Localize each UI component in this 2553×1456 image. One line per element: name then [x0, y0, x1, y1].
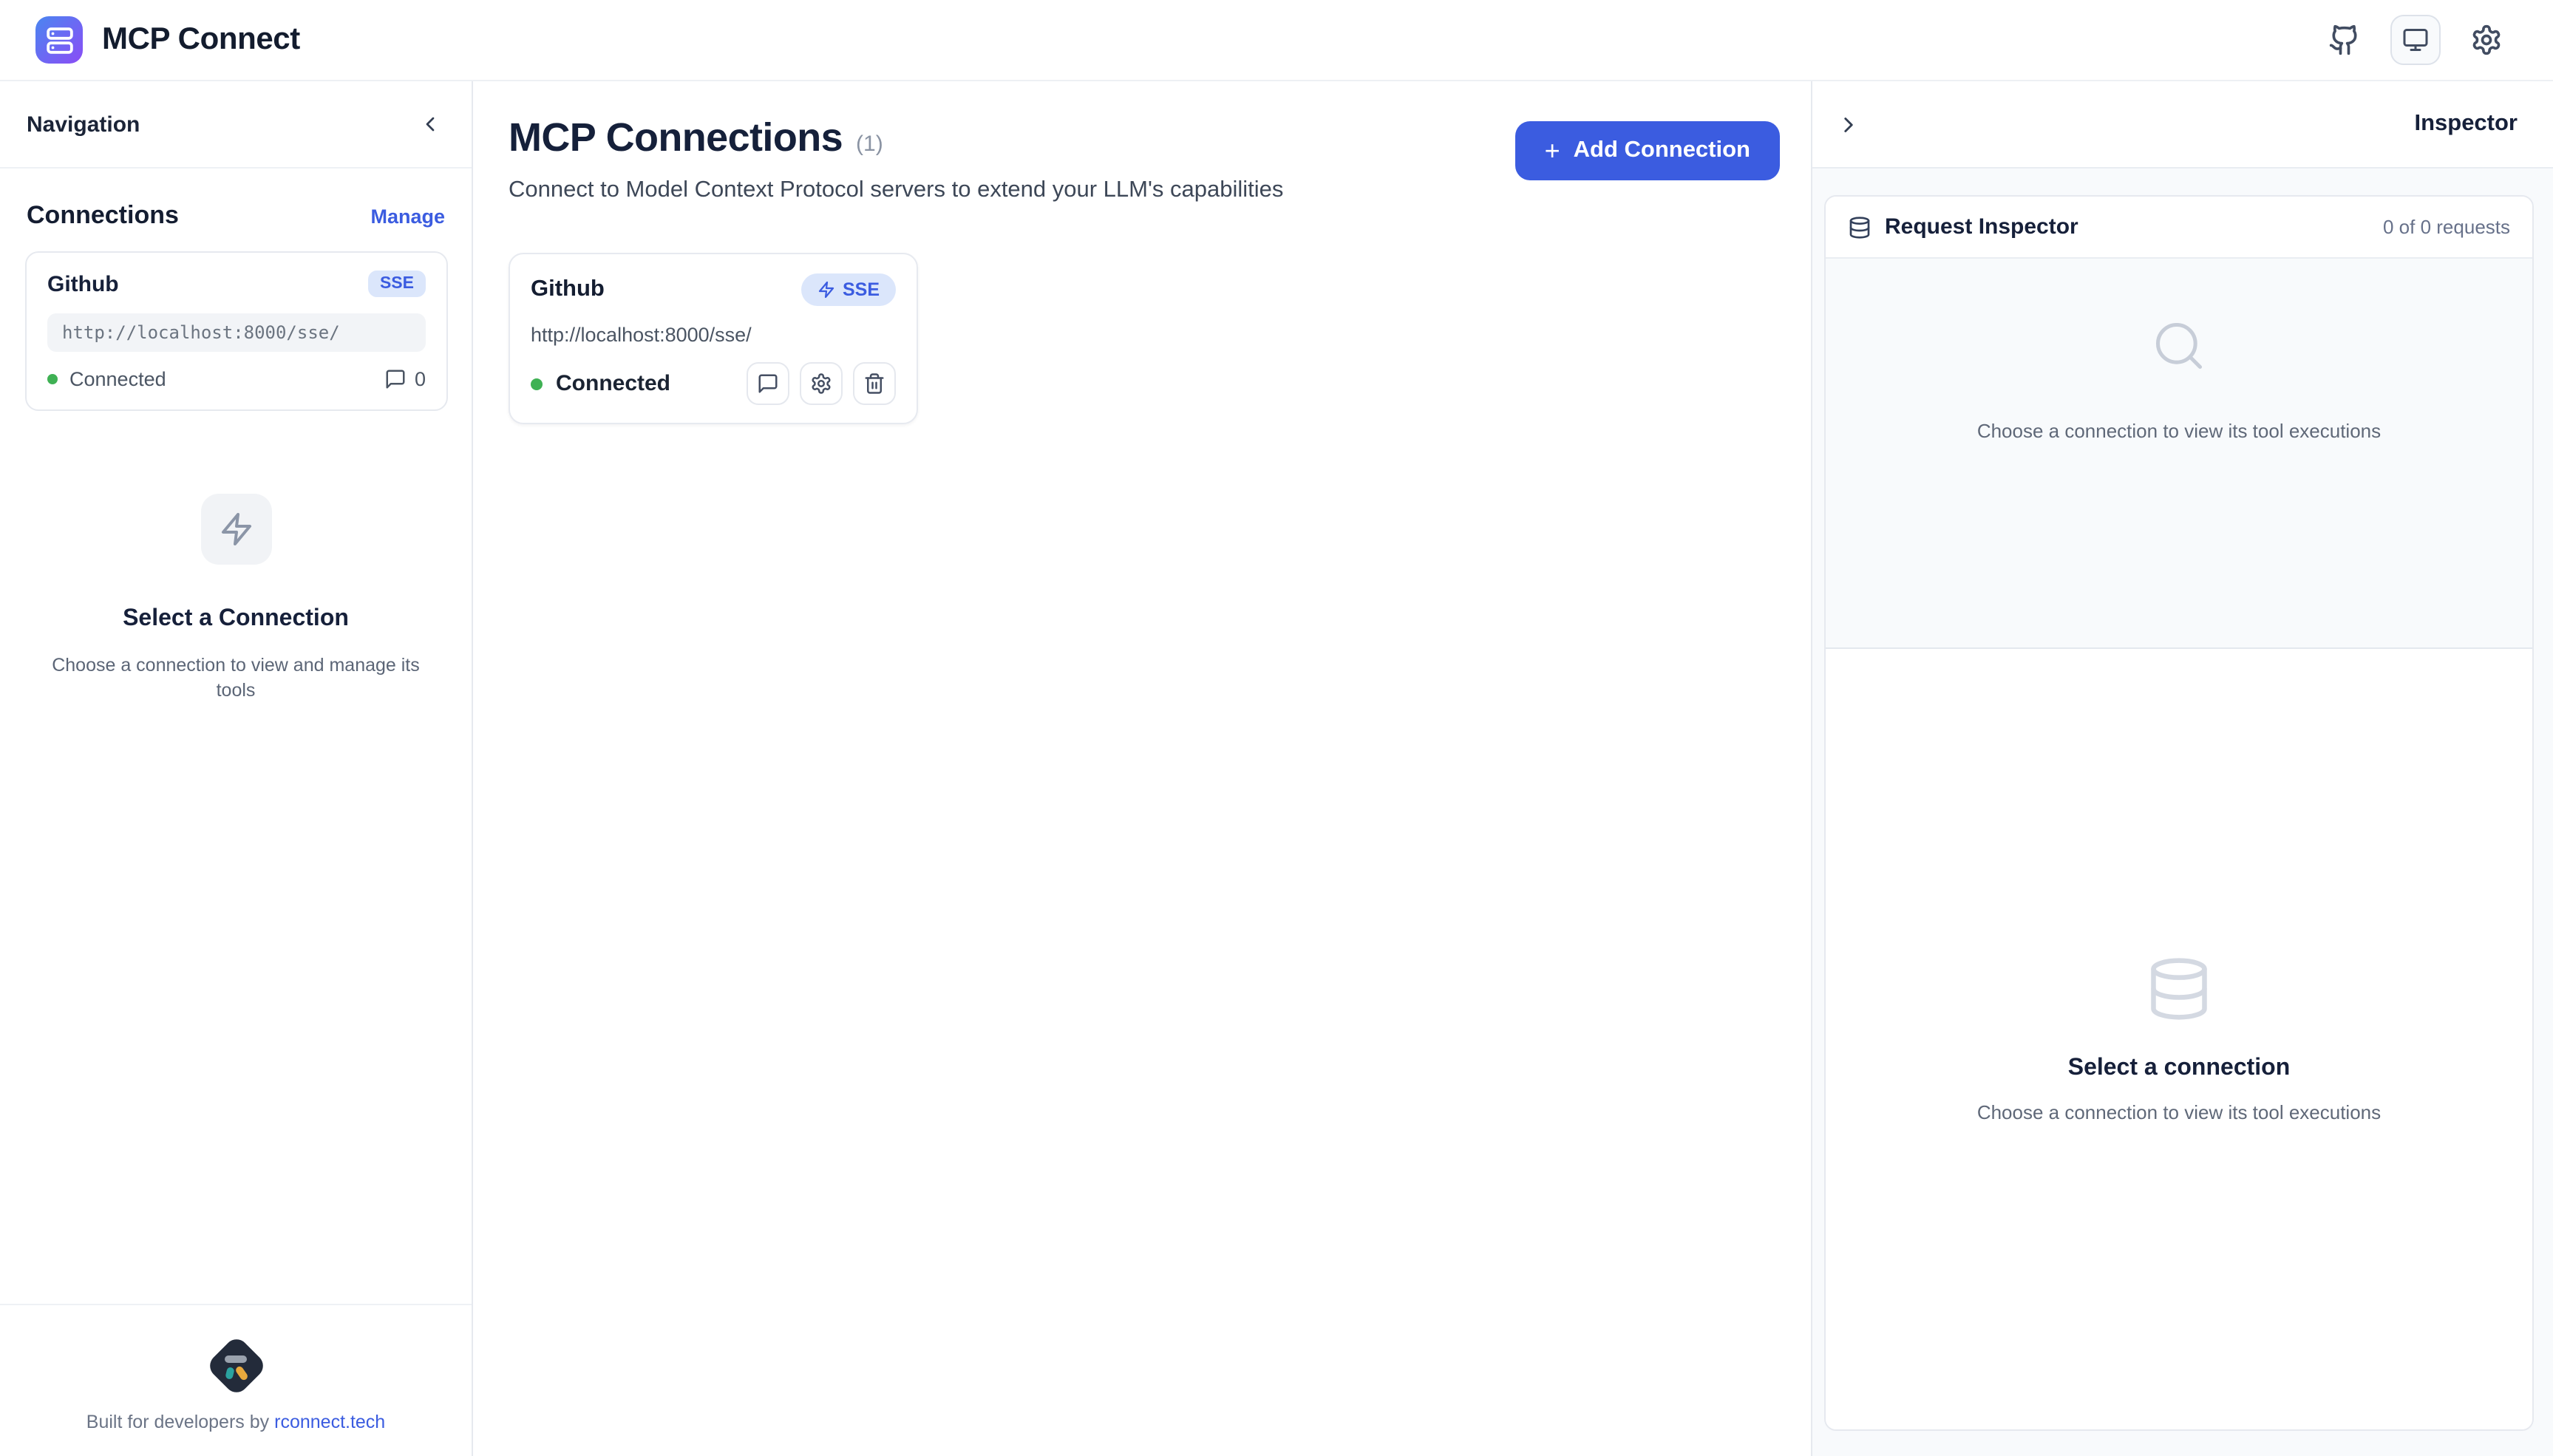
- connection-card-header: Github SSE: [47, 271, 426, 297]
- sidebar-collapse-button[interactable]: [415, 109, 445, 139]
- connection-status-row: Connected 0: [47, 368, 426, 390]
- chat-button[interactable]: [747, 362, 789, 405]
- message-count: 0: [415, 368, 426, 390]
- server-icon: [45, 26, 73, 54]
- topbar-actions: [2328, 15, 2503, 65]
- app-root: MCP Connect: [0, 0, 2553, 1456]
- sidebar-empty-state: Select a Connection Choose a connection …: [0, 494, 472, 704]
- transport-pill: SSE: [801, 273, 896, 306]
- page-title-row: MCP Connections (1): [509, 115, 1283, 161]
- requests-empty-caption: Choose a connection to view its tool exe…: [1826, 420, 2532, 442]
- selection-empty-state: Select a connection Choose a connection …: [1826, 649, 2532, 1429]
- requests-empty-state: Choose a connection to view its tool exe…: [1826, 259, 2532, 649]
- rconnect-logo-icon: [202, 1332, 270, 1400]
- page-header-text: MCP Connections (1) Connect to Model Con…: [509, 115, 1283, 204]
- sidebar-empty-title: Select a Connection: [35, 606, 436, 633]
- sidebar-nav-header: Navigation: [0, 81, 472, 169]
- add-connection-button[interactable]: + Add Connection: [1515, 121, 1780, 180]
- database-icon: [2145, 955, 2213, 1023]
- add-connection-label: Add Connection: [1574, 137, 1750, 164]
- main-content: MCP Connections (1) Connect to Model Con…: [473, 81, 1811, 1456]
- status-label: Connected: [69, 368, 166, 390]
- footer-text: Built for developers by rconnect.tech: [15, 1412, 457, 1432]
- inspector-header: Inspector: [1812, 81, 2553, 169]
- settings-button[interactable]: [2470, 24, 2503, 56]
- plus-icon: +: [1545, 137, 1560, 164]
- status-dot: [47, 374, 58, 384]
- inspector-panel: Inspector Request Inspector 0 of 0 reque…: [1811, 81, 2553, 1456]
- monitor-icon: [2402, 27, 2429, 53]
- zap-icon: [218, 511, 254, 547]
- selection-empty-caption: Choose a connection to view its tool exe…: [1977, 1101, 2381, 1123]
- transport-badge: SSE: [368, 271, 426, 297]
- connection-name: Github: [531, 276, 605, 303]
- trash-icon: [863, 372, 885, 395]
- footer-link[interactable]: rconnect.tech: [274, 1412, 385, 1432]
- monitor-toggle-button[interactable]: [2390, 15, 2441, 65]
- status-wrap: Connected: [531, 371, 670, 396]
- connection-url: http://localhost:8000/sse/: [47, 313, 426, 352]
- app-title: MCP Connect: [102, 22, 300, 58]
- body-row: Navigation Connections Manage Github SSE…: [0, 81, 2553, 1456]
- connection-settings-button[interactable]: [800, 362, 843, 405]
- connection-status-row: Connected: [531, 362, 896, 405]
- status-dot: [531, 378, 543, 389]
- footer-prefix: Built for developers by: [86, 1412, 269, 1432]
- inspector-body: Request Inspector 0 of 0 requests Choose…: [1812, 169, 2553, 1456]
- github-icon: [2328, 24, 2361, 56]
- connection-card[interactable]: Github SSE http://localhost:8000/sse/ Co…: [509, 253, 918, 424]
- gear-icon: [810, 372, 832, 395]
- github-button[interactable]: [2328, 24, 2361, 56]
- selection-empty-title: Select a connection: [2068, 1055, 2291, 1082]
- page-header: MCP Connections (1) Connect to Model Con…: [509, 115, 1780, 204]
- chevron-right-icon: [1836, 112, 1861, 137]
- page-title: MCP Connections: [509, 115, 843, 161]
- delete-connection-button[interactable]: [853, 362, 896, 405]
- sidebar-empty-caption: Choose a connection to view and manage i…: [35, 653, 436, 704]
- zap-icon: [817, 281, 835, 299]
- connection-name: Github: [47, 271, 119, 296]
- transport-label: SSE: [843, 279, 880, 300]
- sidebar-footer: Built for developers by rconnect.tech: [0, 1304, 472, 1456]
- page-subtitle: Connect to Model Context Protocol server…: [509, 177, 1283, 204]
- sidebar: Navigation Connections Manage Github SSE…: [0, 81, 473, 1456]
- status-wrap: Connected: [47, 368, 166, 390]
- connection-count-badge: (1): [856, 132, 883, 157]
- connection-url: http://localhost:8000/sse/: [531, 324, 896, 346]
- inspector-title: Inspector: [2414, 111, 2518, 137]
- gear-icon: [2470, 24, 2503, 56]
- requests-meta: 0 of 0 requests: [2383, 216, 2510, 238]
- message-square-icon: [385, 368, 407, 390]
- brand: MCP Connect: [35, 16, 300, 64]
- connections-header: Connections Manage: [0, 169, 472, 231]
- request-inspector-header: Request Inspector 0 of 0 requests: [1826, 197, 2532, 259]
- message-square-icon: [757, 372, 779, 395]
- nav-title: Navigation: [27, 112, 140, 137]
- inspector-collapse-button[interactable]: [1833, 109, 1864, 140]
- connections-title: Connections: [27, 201, 179, 231]
- manage-link[interactable]: Manage: [370, 205, 445, 227]
- app-logo: [35, 16, 83, 64]
- request-inspector-title: Request Inspector: [1885, 214, 2078, 239]
- message-count-wrap: 0: [385, 368, 426, 390]
- zap-icon-box: [200, 494, 271, 565]
- top-bar: MCP Connect: [0, 0, 2553, 81]
- search-icon: [2151, 318, 2207, 374]
- connection-card-header: Github SSE: [531, 273, 896, 306]
- status-label: Connected: [556, 371, 670, 396]
- request-inspector-card: Request Inspector 0 of 0 requests Choose…: [1824, 195, 2534, 1431]
- sidebar-connection-card[interactable]: Github SSE http://localhost:8000/sse/ Co…: [25, 251, 448, 411]
- chevron-left-icon: [418, 112, 442, 136]
- card-actions: [747, 362, 896, 405]
- database-icon: [1848, 215, 1872, 239]
